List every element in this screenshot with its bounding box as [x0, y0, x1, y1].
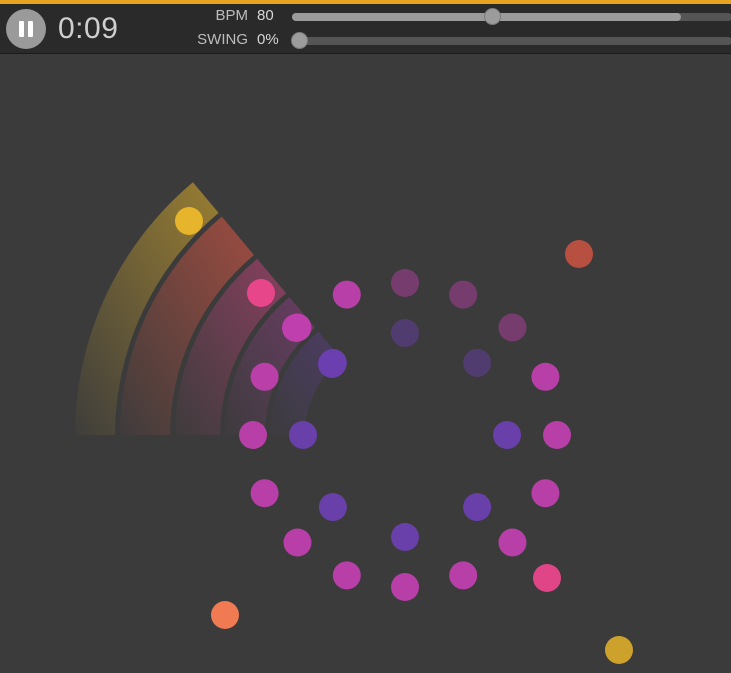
- note-dot-4: [318, 350, 346, 378]
- bpm-label: BPM: [215, 7, 248, 24]
- step-dot-ring1-2: [449, 280, 478, 309]
- note-dot-1: [175, 207, 203, 235]
- step-dot-ring1-7: [498, 528, 527, 557]
- note-dot-3: [282, 314, 310, 342]
- step-dot-ring2-6: [318, 493, 347, 522]
- step-dot-ring1-4: [531, 362, 560, 391]
- bpm-slider-thumb[interactable]: [484, 8, 501, 25]
- step-dot-ring1-16: [332, 280, 361, 309]
- note-dot-2: [247, 279, 275, 307]
- step-dot-ring2-5: [391, 523, 419, 551]
- swing-value: 0%: [257, 31, 279, 48]
- step-dot-ring1-9: [391, 573, 419, 601]
- bpm-slider[interactable]: [292, 13, 731, 21]
- swing-slider[interactable]: [292, 37, 731, 45]
- note-dot-7: [605, 636, 633, 664]
- playhead-sweep: [75, 182, 341, 435]
- pause-button[interactable]: [6, 9, 46, 49]
- step-dot-ring1-5: [543, 421, 571, 449]
- note-dot-5: [565, 240, 593, 268]
- bpm-value: 80: [257, 7, 274, 24]
- step-dot-ring1-10: [332, 561, 361, 590]
- step-dot-ring1-11: [283, 528, 312, 557]
- step-dot-accent: [533, 564, 561, 592]
- step-dot-ring1-6: [531, 479, 560, 508]
- step-dot-ring2-7: [289, 421, 317, 449]
- step-dot-ring2-3: [493, 421, 521, 449]
- step-dot-ring1-12: [250, 479, 279, 508]
- step-dot-ring1-3: [498, 313, 527, 342]
- pause-icon: [19, 21, 24, 37]
- swing-label: SWING: [197, 31, 248, 48]
- step-dot-ring1-13: [239, 421, 267, 449]
- rhythm-visualizer[interactable]: [0, 54, 731, 673]
- step-dot-ring1-8: [449, 561, 478, 590]
- transport-toolbar: 0:09 BPM 80 SWING 0%: [0, 4, 731, 54]
- swing-slider-thumb[interactable]: [291, 32, 308, 49]
- step-dot-ring2-1: [391, 319, 419, 347]
- step-dot-ring1-14: [250, 362, 279, 391]
- pause-icon-bar: [28, 21, 33, 37]
- elapsed-time: 0:09: [58, 12, 119, 45]
- note-dot-6: [211, 601, 239, 629]
- step-dot-ring2-4: [463, 493, 492, 522]
- step-dot-ring2-2: [463, 348, 492, 377]
- step-dot-ring1-1: [391, 269, 419, 297]
